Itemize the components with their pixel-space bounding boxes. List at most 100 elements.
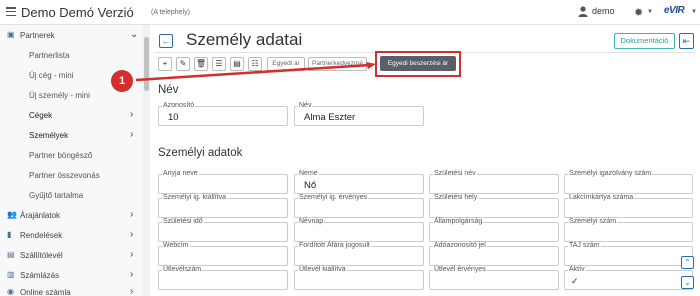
personal-field[interactable]: Születési idő <box>158 218 288 242</box>
sidebar-item[interactable]: Partner böngésző <box>0 146 143 166</box>
field-label: Név <box>298 102 313 109</box>
personal-field[interactable]: Webcím <box>158 242 288 266</box>
scroll-down-button[interactable]: ⌄ <box>681 276 694 289</box>
documentation-button[interactable]: Dokumentáció <box>614 33 675 49</box>
gear-icon[interactable]: ✹ <box>634 6 643 19</box>
page-title: Személy adatai <box>186 30 303 49</box>
top-bar: Demo Demó Verzió (A telephely) demo ✹ ▼ … <box>0 0 700 25</box>
field-label: Személyi szám <box>568 218 618 225</box>
personal-field[interactable]: Névnap <box>294 218 424 242</box>
chevron-down-icon[interactable]: ⌄ <box>130 29 138 40</box>
invoice-icon: ▥ <box>7 270 15 279</box>
chevron-right-icon[interactable]: › <box>130 286 133 296</box>
app-title: Demo Demó Verzió <box>21 5 134 20</box>
field-label: TAJ szám <box>568 242 601 249</box>
chevron-right-icon[interactable]: › <box>130 209 133 220</box>
personal-field[interactable]: Adóazonosító jel <box>429 242 559 266</box>
menu-icon[interactable] <box>6 7 16 17</box>
sidebar-item-label: Partner összevonás <box>29 171 100 180</box>
sidebar-item-label: Számlázás <box>20 271 60 280</box>
sidebar-item[interactable]: ▣ Partnerek ⌄ <box>0 26 143 46</box>
sidebar-item[interactable]: ▮ Rendelések › <box>0 226 143 246</box>
chevron-down-icon[interactable]: ▼ <box>647 9 653 15</box>
field-label: Születési név <box>433 170 477 177</box>
sidebar-item[interactable]: ▤ Szállítólevél › <box>0 246 143 266</box>
sidebar-item[interactable]: Gyűjtő tartalma <box>0 186 143 206</box>
field-label: Azonosító <box>162 102 196 109</box>
personal-field[interactable]: Személyi ig. kiállítva <box>158 194 288 218</box>
field-label: Személyi igazolvány szám <box>568 170 653 177</box>
id-field[interactable]: Azonosító 10 <box>158 102 288 126</box>
personal-field[interactable]: Anyja neve <box>158 170 288 194</box>
sidebar-item[interactable]: 👥 Árajánlatok › <box>0 206 143 226</box>
personal-field[interactable]: Aktív ✓ <box>564 266 693 290</box>
personal-field[interactable]: Neme Nő <box>294 170 424 194</box>
exit-button[interactable]: ⇤ <box>679 33 694 49</box>
field-value: Alma Eszter <box>304 112 356 123</box>
personal-field[interactable]: Állampolgárság <box>429 218 559 242</box>
chevron-right-icon[interactable]: › <box>130 129 133 140</box>
users-icon: 👥 <box>7 210 17 219</box>
field-label: Aktív <box>568 266 586 273</box>
sidebar-item-label: Cégek <box>29 111 53 120</box>
field-label: Útlevél érvényes <box>433 266 487 273</box>
field-label: Állampolgárság <box>433 218 484 225</box>
field-value: Nő <box>304 180 317 191</box>
personal-field[interactable]: Születési név <box>429 170 559 194</box>
field-value: 10 <box>168 112 179 123</box>
back-button[interactable]: ← <box>159 34 173 48</box>
sidebar-item-label: Partnerek <box>20 31 55 40</box>
personal-field[interactable]: Útlevél kiállítva <box>294 266 424 290</box>
chevron-down-icon[interactable]: ▼ <box>691 9 697 15</box>
field-label: Neme <box>298 170 319 177</box>
callout-arrow <box>136 62 376 82</box>
chevron-right-icon[interactable]: › <box>130 229 133 240</box>
sidebar-item-label: Partner böngésző <box>29 151 93 160</box>
sidebar-item-label: Rendelések <box>20 231 63 240</box>
sidebar-item-label: Új személy - mini <box>29 91 90 100</box>
user-icon[interactable] <box>578 6 588 17</box>
personal-field[interactable]: Személyi ig. érvényes <box>294 194 424 218</box>
sidebar-item-label: Szállítólevél <box>20 251 63 260</box>
sidebar-item-label: Személyek <box>29 131 69 140</box>
personal-field[interactable]: Születési hely <box>429 194 559 218</box>
field-label: Születési idő <box>162 218 204 225</box>
sidebar-item[interactable]: Személyek › <box>0 126 143 146</box>
field-label: Útlevélszám <box>162 266 203 273</box>
field-label: Útlevél kiállítva <box>298 266 347 273</box>
sidebar-item-label: Gyűjtő tartalma <box>29 191 84 200</box>
chevron-right-icon[interactable]: › <box>130 249 133 260</box>
sidebar-item[interactable]: ◉ Online számla › <box>0 283 143 296</box>
section-title-name: Név <box>158 84 179 96</box>
sidebar-item[interactable]: Cégek › <box>0 106 143 126</box>
checkmark-icon: ✓ <box>571 276 579 286</box>
address-book-icon: ▣ <box>7 30 15 39</box>
field-label: Fordított Áfára jogosult <box>298 242 371 249</box>
sidebar-item-label: Árajánlatok <box>20 211 61 220</box>
personal-field[interactable]: Fordított Áfára jogosult <box>294 242 424 266</box>
sidebar-item[interactable]: Partnerlista <box>0 46 143 66</box>
chevron-right-icon[interactable]: › <box>130 269 133 280</box>
personal-field[interactable]: TAJ szám <box>564 242 693 266</box>
chevron-right-icon[interactable]: › <box>130 109 133 120</box>
field-label: Születési hely <box>433 194 479 201</box>
field-label: Személyi ig. kiállítva <box>162 194 228 201</box>
scroll-up-button[interactable]: ⌃ <box>681 256 694 269</box>
sidebar-item-label: Új cég - mini <box>29 71 74 80</box>
field-label: Webcím <box>162 242 190 249</box>
personal-field[interactable]: Útlevélszám <box>158 266 288 290</box>
custom-purchase-price-button[interactable]: Egyedi beszerzési ár <box>380 56 456 71</box>
sidebar-item-label: Online számla <box>20 288 71 296</box>
user-name[interactable]: demo <box>592 6 615 16</box>
sidebar-item[interactable]: Partner összevonás <box>0 166 143 186</box>
callout-badge: 1 <box>111 70 133 92</box>
personal-field[interactable]: Útlevél érvényes <box>429 266 559 290</box>
app-subtitle: (A telephely) <box>151 9 190 16</box>
sidebar-item-label: Partnerlista <box>29 51 70 60</box>
name-field[interactable]: Név Alma Eszter <box>294 102 424 126</box>
section-title-personal: Személyi adatok <box>158 147 243 159</box>
personal-field[interactable]: Személyi igazolvány szám <box>564 170 693 194</box>
logo[interactable]: eVIR <box>664 5 690 19</box>
personal-field[interactable]: Személyi szám <box>564 218 693 242</box>
personal-field[interactable]: Lakcímkártya száma <box>564 194 693 218</box>
